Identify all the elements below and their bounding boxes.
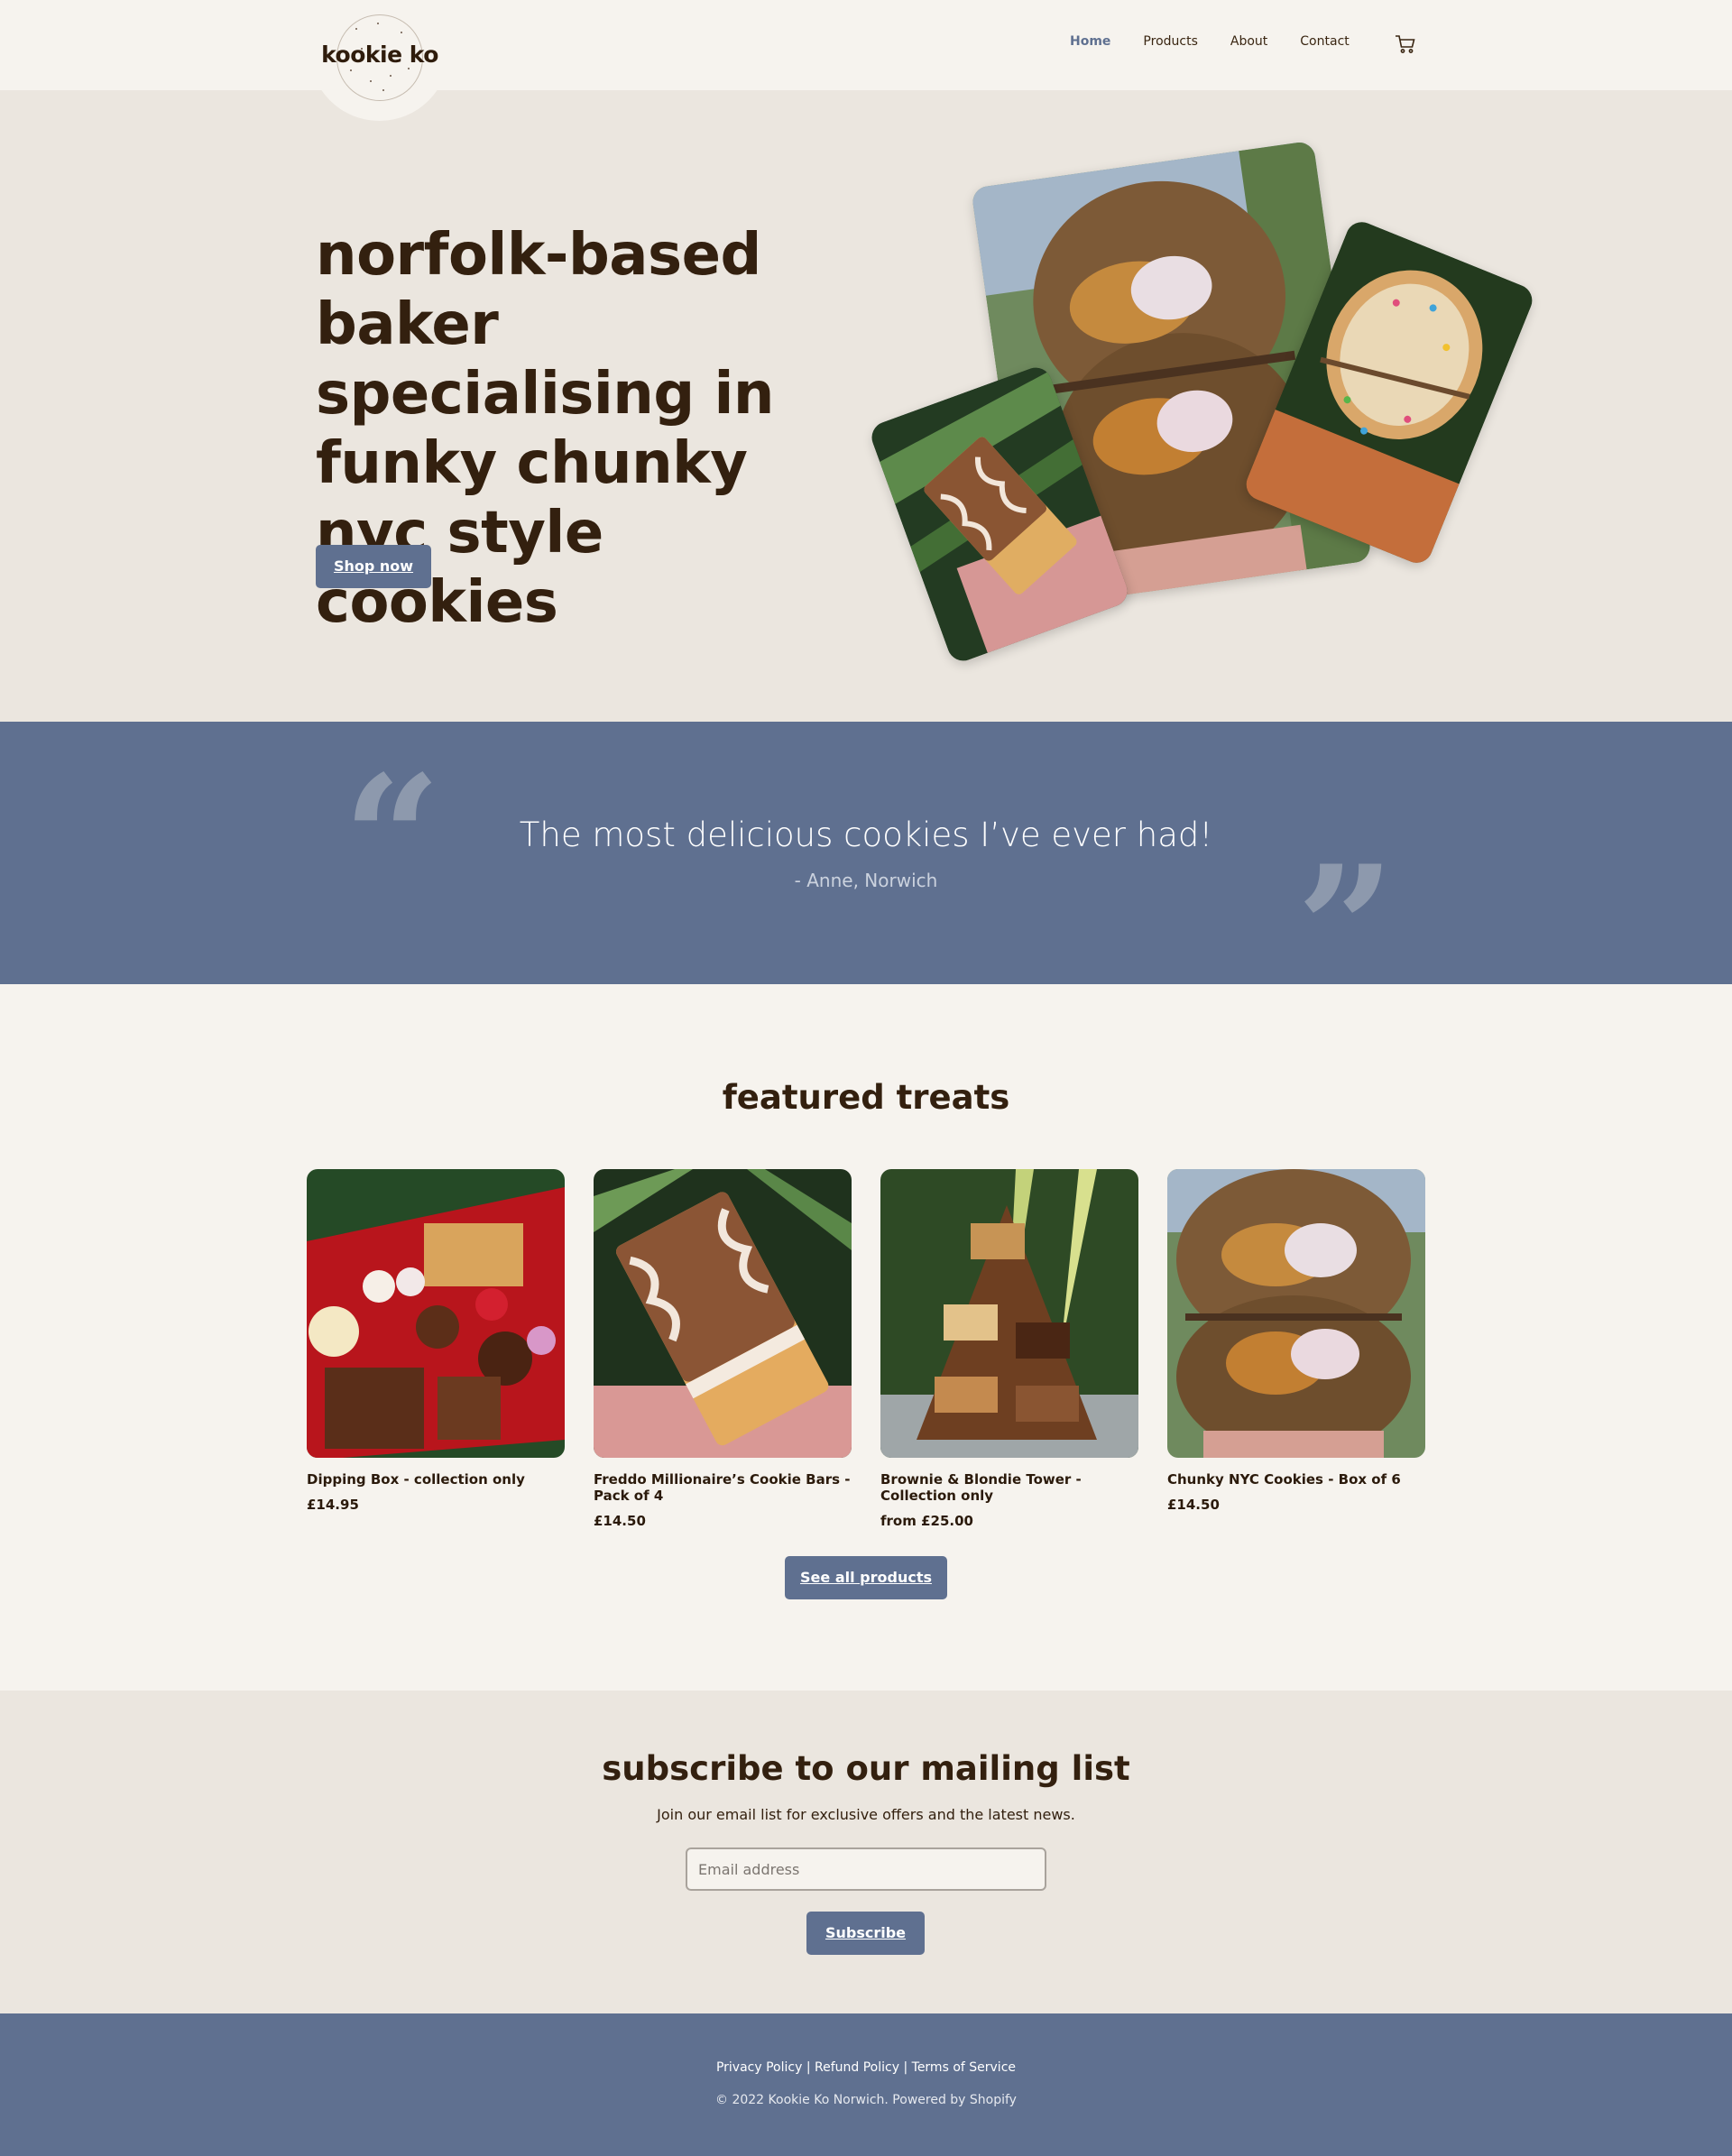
product-name[interactable]: Freddo Millionaire’s Cookie Bars - Pack … [594, 1471, 852, 1504]
nav-contact[interactable]: Contact [1300, 34, 1349, 49]
main-nav: Home Products About Contact [1070, 34, 1382, 49]
hero-section: norfolk-based baker specialising in funk… [0, 90, 1732, 722]
nav-products[interactable]: Products [1143, 34, 1197, 49]
privacy-policy-link[interactable]: Privacy Policy [716, 2060, 802, 2075]
copyright: © 2022 Kookie Ko Norwich. Powered by Sho… [715, 2093, 1017, 2107]
logo-text: kookie ko [321, 41, 438, 68]
testimonial-author: - Anne, Norwich [794, 870, 938, 891]
product-image[interactable] [880, 1169, 1138, 1458]
footer-separator: | [806, 2060, 811, 2075]
product-price: from £25.00 [880, 1513, 973, 1529]
cart-icon[interactable] [1395, 34, 1416, 54]
footer-separator: | [903, 2060, 908, 2075]
testimonial-section: “ The most delicious cookies I’ve ever h… [0, 722, 1732, 1015]
nav-about[interactable]: About [1230, 34, 1267, 49]
subscribe-section: subscribe to our mailing list Join our e… [0, 1691, 1732, 2013]
product-image[interactable] [307, 1169, 565, 1458]
featured-section: featured treats Dipping Box - collection… [0, 984, 1732, 1691]
product-name[interactable]: Chunky NYC Cookies - Box of 6 [1167, 1471, 1425, 1488]
featured-title: featured treats [722, 1078, 1010, 1117]
site-footer: Privacy Policy | Refund Policy | Terms o… [0, 2013, 1732, 2156]
product-image[interactable] [594, 1169, 852, 1458]
product-card[interactable]: Dipping Box - collection only £14.95 [307, 1169, 565, 1513]
nav-home[interactable]: Home [1070, 34, 1110, 49]
product-name[interactable]: Brownie & Blondie Tower - Collection onl… [880, 1471, 1138, 1504]
subscribe-button[interactable]: Subscribe [806, 1912, 925, 1955]
footer-links: Privacy Policy | Refund Policy | Terms o… [0, 2060, 1732, 2075]
product-card[interactable]: Chunky NYC Cookies - Box of 6 £14.50 [1167, 1169, 1425, 1513]
subscribe-title: subscribe to our mailing list [602, 1749, 1130, 1788]
product-price: £14.95 [307, 1497, 359, 1513]
product-image[interactable] [1167, 1169, 1425, 1458]
refund-policy-link[interactable]: Refund Policy [815, 2060, 899, 2075]
product-card[interactable]: Brownie & Blondie Tower - Collection onl… [880, 1169, 1138, 1529]
shop-now-button[interactable]: Shop now [316, 545, 431, 588]
email-input[interactable] [686, 1847, 1046, 1891]
subscribe-description: Join our email list for exclusive offers… [657, 1806, 1075, 1823]
testimonial-quote: The most delicious cookies I’ve ever had… [519, 815, 1213, 854]
terms-of-service-link[interactable]: Terms of Service [912, 2060, 1016, 2075]
product-card[interactable]: Freddo Millionaire’s Cookie Bars - Pack … [594, 1169, 852, 1529]
product-price: £14.50 [1167, 1497, 1220, 1513]
product-price: £14.50 [594, 1513, 646, 1529]
product-name[interactable]: Dipping Box - collection only [307, 1471, 565, 1488]
see-all-products-button[interactable]: See all products [785, 1556, 947, 1599]
site-header: kookie ko Home Products About Contact [0, 0, 1732, 121]
